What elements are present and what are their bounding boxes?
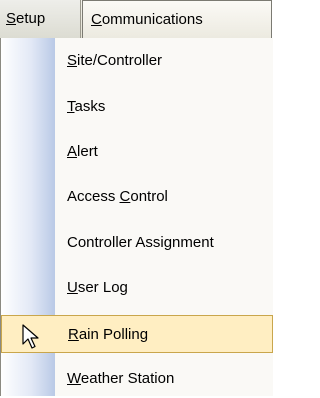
menu-item-user-log[interactable]: User Log [1, 269, 273, 307]
menu-item-weather-station[interactable]: Weather Station [1, 360, 273, 398]
menu-item-label: Tasks [67, 98, 106, 115]
menu-setup-label-post: etup [16, 10, 46, 27]
menu-item-label: Alert [67, 143, 98, 160]
menu-setup-label-accel: S [6, 10, 17, 27]
menu-item-label: Site/Controller [67, 52, 163, 69]
menu-item-label: User Log [67, 279, 128, 296]
menu-item-controller-assignment[interactable]: Controller Assignment [1, 224, 273, 262]
menu-item-label: Access Control [67, 188, 168, 205]
menu-item-tasks[interactable]: Tasks [1, 88, 273, 126]
menu-item-access-control[interactable]: Access Control [1, 178, 273, 216]
menu-item-site-controller[interactable]: Site/Controller [1, 42, 273, 80]
menu-item-label: Controller Assignment [67, 234, 214, 251]
communications-dropdown: Site/Controller Tasks Alert Access Contr… [0, 38, 273, 396]
menu-item-label: Rain Polling [68, 326, 149, 343]
mouse-pointer-icon [22, 324, 39, 349]
menu-setup[interactable]: Setup [0, 0, 81, 38]
menu-item-alert[interactable]: Alert [1, 133, 273, 171]
menu-item-label: Weather Station [67, 370, 175, 387]
menu-bar: Setup Communications [0, 0, 272, 39]
menu-communications-label-post: ommunications [101, 11, 203, 28]
menu-communications-label-accel: C [91, 11, 102, 28]
menu-communications[interactable]: Communications [82, 0, 272, 38]
menu-item-rain-polling[interactable]: Rain Polling [1, 315, 273, 353]
